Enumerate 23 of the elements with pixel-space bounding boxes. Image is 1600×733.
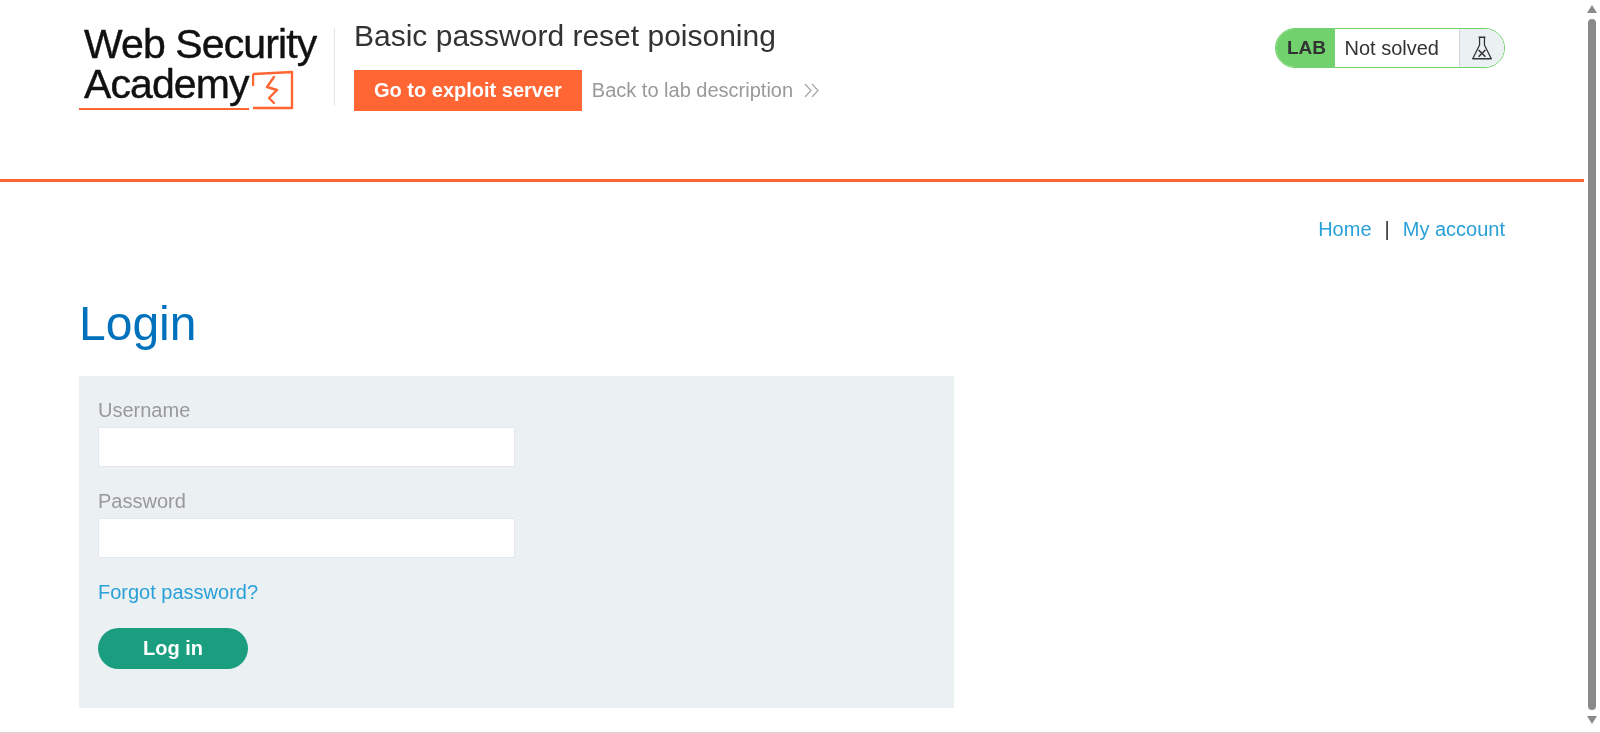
page-heading: Login: [79, 296, 197, 352]
scrollbar-thumb[interactable]: [1588, 19, 1596, 710]
logo-text: Academy: [79, 64, 249, 110]
flask-icon: [1459, 29, 1504, 67]
back-link[interactable]: Back to lab description: [591, 79, 820, 102]
forgot-password-link[interactable]: Forgot password?: [98, 579, 259, 604]
scroll-up-icon[interactable]: [1587, 5, 1597, 13]
input-field[interactable]: [98, 426, 515, 467]
field-label: Username: [98, 397, 191, 422]
field-label: Password: [98, 488, 186, 513]
input-field[interactable]: [98, 517, 515, 558]
double-chevron-icon: [804, 83, 820, 98]
lab-status-text: Not solved: [1343, 35, 1440, 61]
lightning-box-icon: [251, 70, 294, 110]
nav-separator: |: [1384, 217, 1390, 241]
login-button[interactable]: Log in: [98, 627, 248, 669]
exploit-server-button[interactable]: Go to exploit server: [354, 70, 582, 111]
logo-text: Web Security: [83, 24, 317, 64]
scroll-down-icon[interactable]: [1587, 716, 1597, 724]
lab-tag: LAB: [1275, 29, 1335, 67]
nav-link[interactable]: My account: [1402, 217, 1505, 241]
lab-title: Basic password reset poisoning: [354, 18, 776, 54]
nav-link[interactable]: Home: [1318, 217, 1372, 241]
